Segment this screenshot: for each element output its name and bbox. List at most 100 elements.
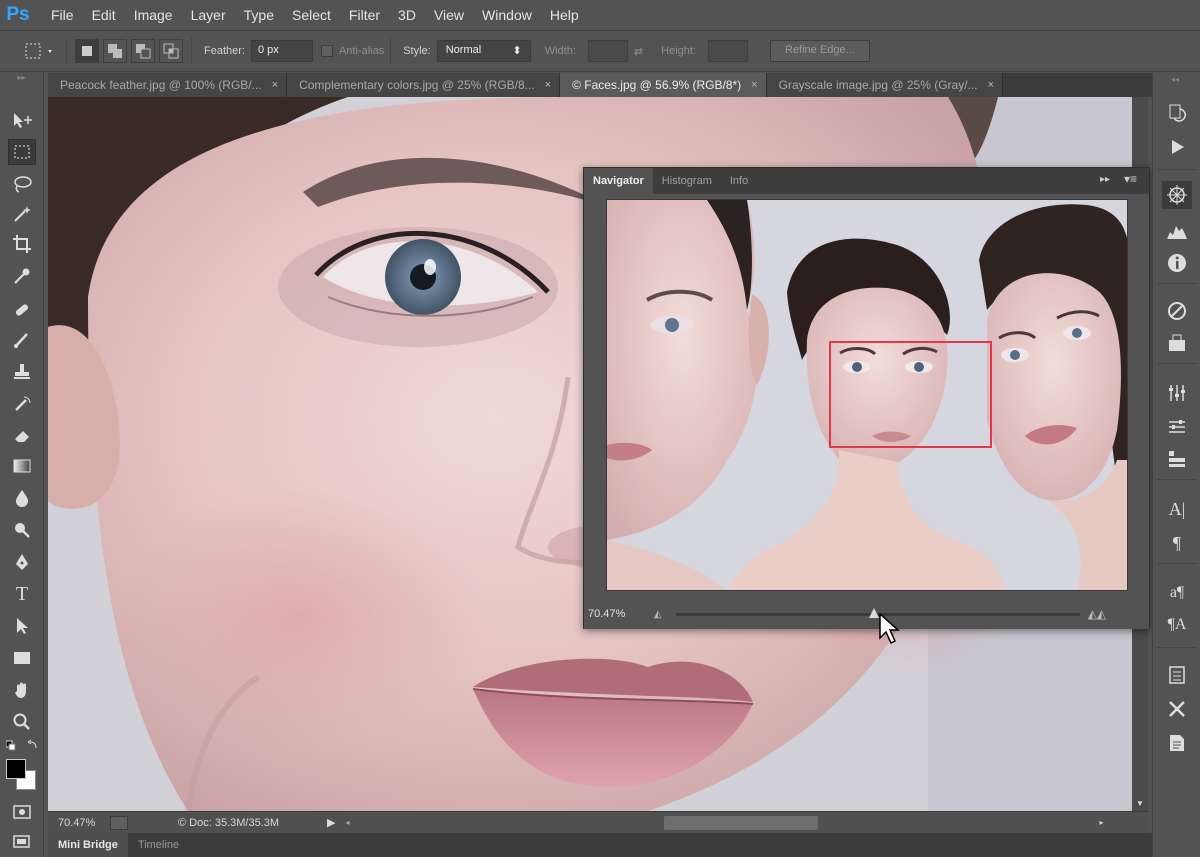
eyedropper-icon[interactable] [8,263,36,289]
tab-faces[interactable]: © Faces.jpg @ 56.9% (RGB/8*) × [560,73,767,97]
scroll-left-icon[interactable]: ◂ [346,818,350,827]
path-select-icon[interactable] [8,613,36,639]
char-styles-icon[interactable]: a¶ [1162,579,1192,607]
tab-histogram[interactable]: Histogram [653,168,721,194]
type-tool-icon[interactable]: T [8,581,36,607]
menu-window[interactable]: Window [473,0,541,30]
gradient-tool-icon[interactable] [8,453,36,479]
refine-edge-button[interactable]: Refine Edge... [770,40,870,62]
history-brush-icon[interactable] [8,391,36,417]
brush-tool-icon[interactable] [8,327,36,353]
menu-image[interactable]: Image [125,0,182,30]
zoom-in-icon[interactable]: ◭◭ [1088,607,1106,621]
tools-presets-icon[interactable] [1162,695,1192,723]
status-zoom[interactable]: 70.47% [58,817,110,829]
shape-tool-icon[interactable] [8,645,36,671]
crop-tool-icon[interactable] [8,231,36,257]
move-tool-icon[interactable] [8,107,36,133]
bottom-panel-tabs: Mini Bridge Timeline [48,833,1152,857]
tab-peacock-feather[interactable]: Peacock feather.jpg @ 100% (RGB/... × [48,73,288,97]
histogram-icon[interactable] [1162,217,1192,245]
horizontal-scroll-thumb[interactable] [663,815,818,830]
properties-icon[interactable] [1162,413,1192,441]
tab-info[interactable]: Info [721,168,757,194]
close-icon[interactable]: × [545,79,551,91]
tool-preset-picker[interactable] [18,37,60,65]
close-icon[interactable]: × [751,79,757,91]
swap-colors-icon[interactable] [5,739,38,753]
close-icon[interactable]: × [988,79,994,91]
panel-grip-icon[interactable]: ▸▸ [0,73,43,83]
color-icon[interactable] [1162,297,1192,325]
tab-navigator[interactable]: Navigator [584,168,653,194]
quick-mask-icon[interactable] [8,799,36,825]
tools-panel: ▸▸ T [0,73,44,857]
zoom-tool-icon[interactable] [8,709,36,735]
intersect-selection-icon [163,43,179,59]
tab-grayscale-image[interactable]: Grayscale image.jpg @ 25% (Gray/... × [766,73,1003,97]
healing-brush-icon[interactable] [8,297,36,323]
height-input[interactable] [708,40,748,62]
tab-mini-bridge[interactable]: Mini Bridge [48,833,128,857]
navigator-preview[interactable] [606,199,1128,591]
zoom-slider[interactable] [670,607,1080,621]
layers-icon[interactable] [1162,445,1192,473]
foreground-color-swatch[interactable] [6,759,26,779]
new-selection-button[interactable] [75,39,99,63]
options-bar: Feather: 0 px Anti-alias Style: Normal ⬍… [0,30,1200,72]
history-icon[interactable] [1162,99,1192,127]
feather-input[interactable]: 0 px [250,40,313,62]
menu-3d[interactable]: 3D [389,0,425,30]
scroll-right-icon[interactable]: ▸ [1100,818,1104,827]
marquee-tool-icon[interactable] [8,139,36,165]
navigator-icon[interactable] [1162,181,1192,209]
intersect-selection-button[interactable] [159,39,183,63]
separator [390,38,392,64]
close-icon[interactable]: × [272,79,278,91]
collapse-panel-icon[interactable]: ▸▸ [1100,174,1110,185]
status-share-icon[interactable] [110,815,128,830]
subtract-selection-button[interactable] [131,39,155,63]
navigator-footer: 70.47% ◭ ◭◭ [584,599,1149,629]
dock-collapse-icon[interactable]: ◂◂ [1171,75,1179,84]
menu-file[interactable]: File [42,0,83,30]
antialias-checkbox[interactable] [320,45,333,57]
menu-filter[interactable]: Filter [340,0,389,30]
actions-icon[interactable] [1162,133,1192,161]
width-input[interactable] [587,40,628,62]
screen-mode-icon[interactable] [8,829,36,855]
swap-dimensions-icon[interactable]: ⇄ [634,45,643,58]
layer-comps-icon[interactable] [1162,661,1192,689]
blur-tool-icon[interactable] [8,485,36,511]
magic-wand-icon[interactable] [8,201,36,227]
panel-menu-icon[interactable]: ▾≡ [1124,172,1137,186]
eraser-icon[interactable] [8,423,36,449]
status-menu-arrow-icon[interactable]: ▶ [327,816,335,829]
style-select[interactable]: Normal ⬍ [436,40,531,62]
menu-layer[interactable]: Layer [182,0,235,30]
paragraph-icon[interactable]: ¶ [1162,529,1192,557]
hand-tool-icon[interactable] [8,677,36,703]
tab-timeline[interactable]: Timeline [128,833,189,857]
info-icon[interactable] [1162,249,1192,277]
menu-view[interactable]: View [425,0,473,30]
navigator-zoom-value[interactable]: 70.47% [588,608,654,620]
tab-complementary-colors[interactable]: Complementary colors.jpg @ 25% (RGB/8...… [287,73,561,97]
swatches-icon[interactable] [1162,329,1192,357]
add-selection-button[interactable] [103,39,127,63]
notes-icon[interactable] [1162,729,1192,757]
adjustments-icon[interactable] [1162,379,1192,407]
menu-type[interactable]: Type [235,0,283,30]
scroll-down-icon[interactable]: ▼ [1136,799,1144,808]
character-icon[interactable]: A| [1162,495,1192,523]
para-styles-icon[interactable]: ¶A [1162,611,1192,639]
lasso-tool-icon[interactable] [8,171,36,197]
menu-help[interactable]: Help [541,0,588,30]
zoom-out-icon[interactable]: ◭ [654,609,662,620]
view-proxy-box[interactable] [829,341,992,448]
dodge-tool-icon[interactable] [8,517,36,543]
menu-edit[interactable]: Edit [83,0,125,30]
clone-stamp-icon[interactable] [8,359,36,385]
menu-select[interactable]: Select [283,0,340,30]
pen-tool-icon[interactable] [8,549,36,575]
